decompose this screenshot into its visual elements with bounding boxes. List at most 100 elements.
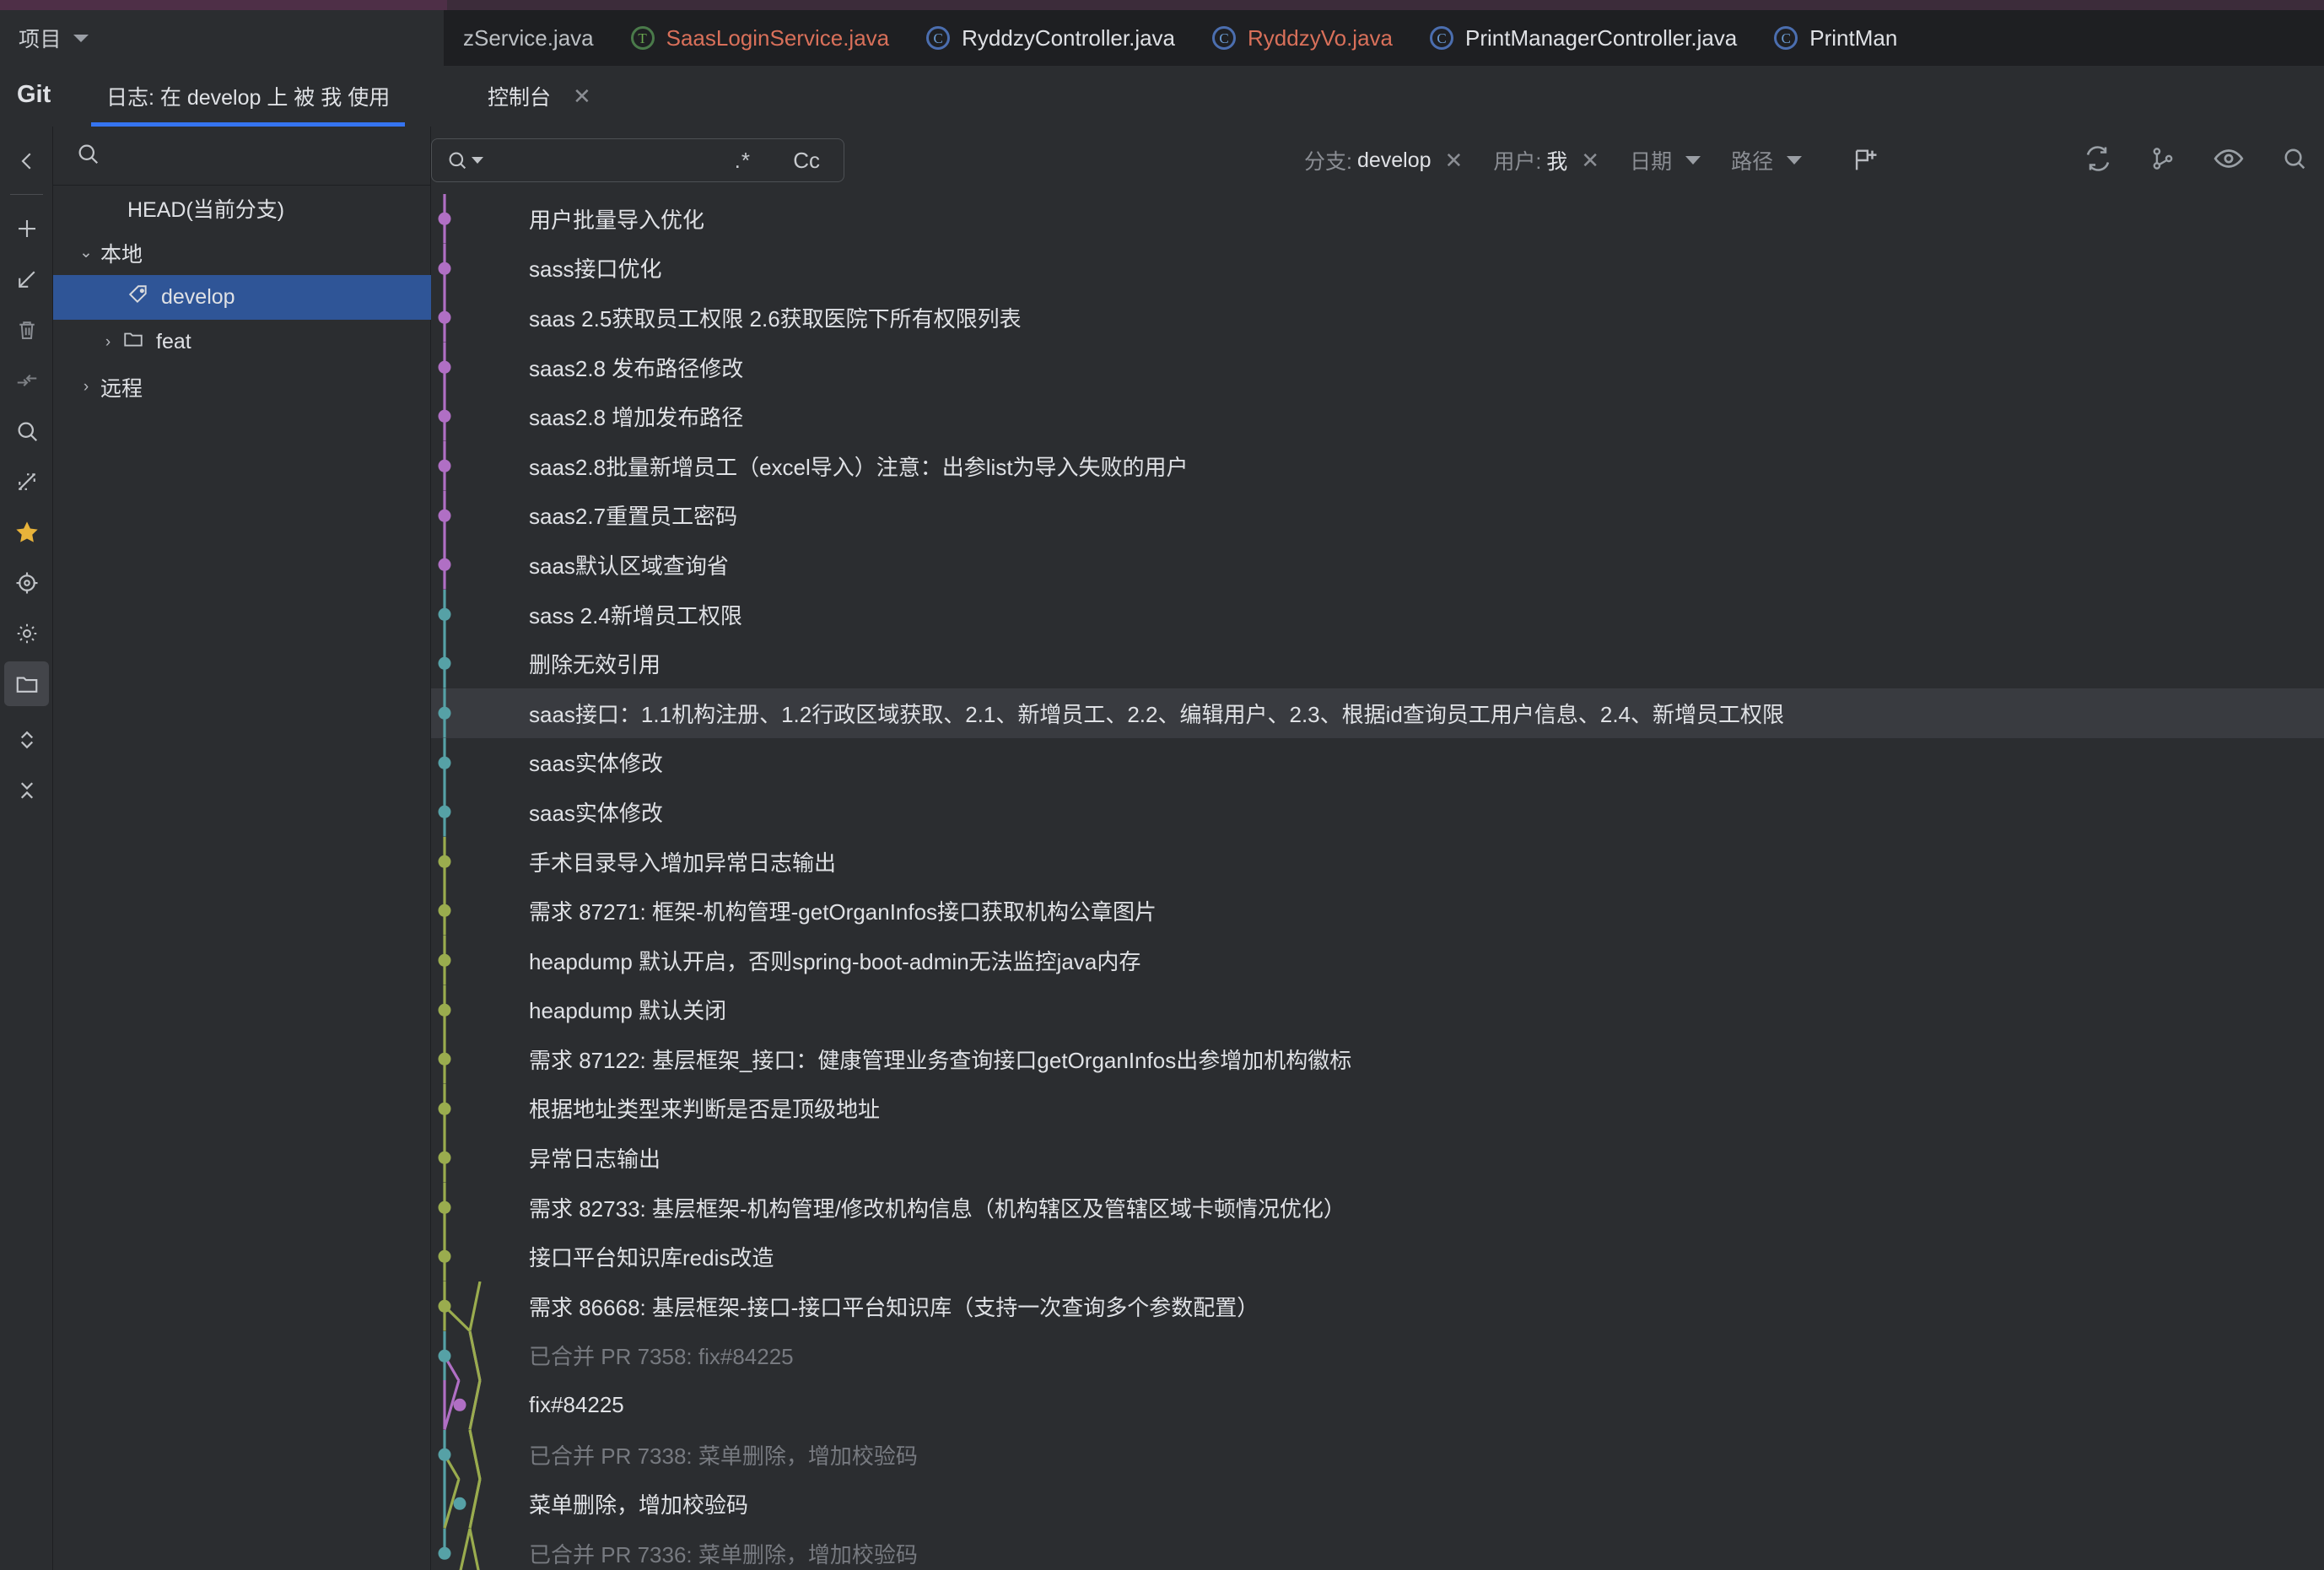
collapse-panel-icon[interactable] bbox=[4, 138, 49, 183]
editor-tab[interactable]: C PrintMan bbox=[1755, 10, 1916, 66]
folder-icon bbox=[122, 328, 144, 356]
chevron-down-icon[interactable] bbox=[73, 34, 89, 42]
collapse-all-icon[interactable] bbox=[4, 768, 49, 812]
chevron-right-icon[interactable]: › bbox=[97, 333, 119, 352]
commit-row[interactable]: 需求 86668: 基层框架-接口-接口平台知识库（支持一次查询多个参数配置）l… bbox=[431, 1281, 2324, 1331]
regex-toggle[interactable]: .* bbox=[735, 148, 751, 174]
commit-row[interactable]: 接口平台知识库redis改造lichuan2023/9/12 bbox=[431, 1232, 2324, 1282]
commit-row[interactable]: sass 2.4新增员工权限lichuan2023/9/2 bbox=[431, 589, 2324, 639]
commit-subject: saas 2.5获取员工权限 2.6获取医院下所有权限列表 bbox=[529, 305, 1022, 332]
commit-row[interactable]: saas接口：1.1机构注册、1.2行政区域获取、2.1、新增员工、2.2、编辑… bbox=[431, 688, 2324, 738]
filter-chip-branch-value: develop bbox=[1356, 148, 1432, 172]
chevron-down-icon[interactable] bbox=[1685, 156, 1701, 165]
log-search-input[interactable]: .* Cc bbox=[431, 138, 844, 182]
editor-tab[interactable]: C PrintManagerController.java bbox=[1411, 10, 1755, 66]
commit-row[interactable]: 已合并 PR 7336: 菜单删除，增加校验码lichuan(李川2023/9/… bbox=[431, 1529, 2324, 1570]
commit-row[interactable]: saas2.8批量新增员工（excel导入）注意：出参list为导入失败的用户l… bbox=[431, 440, 2324, 491]
compare-icon[interactable] bbox=[4, 459, 49, 504]
merge-icon[interactable] bbox=[4, 358, 49, 402]
git-log-area: .* Cc 分支: develop ✕ 用户: 我 ✕ 日期 路径 用户批量导入… bbox=[431, 127, 2324, 1570]
branch-tree-item[interactable]: HEAD(当前分支) bbox=[53, 186, 431, 230]
branch-tree-item[interactable]: ⌄ 本地 bbox=[53, 230, 431, 275]
search-icon[interactable] bbox=[4, 408, 49, 453]
expand-all-icon[interactable] bbox=[4, 717, 49, 762]
branch-search-field[interactable] bbox=[53, 127, 431, 186]
editor-tab[interactable]: zService.java bbox=[445, 10, 612, 66]
commit-row[interactable]: 用户批量导入优化lichuan2023/9/2 bbox=[431, 194, 2324, 244]
branch-tree-item[interactable]: › feat bbox=[53, 320, 431, 364]
target-icon[interactable] bbox=[4, 560, 49, 605]
commit-graph-cell bbox=[431, 1380, 524, 1430]
add-icon[interactable] bbox=[4, 206, 49, 251]
commit-row[interactable]: saas 2.5获取员工权限 2.6获取医院下所有权限列表lichuan2023… bbox=[431, 293, 2324, 343]
close-icon[interactable]: ✕ bbox=[573, 84, 591, 110]
commit-graph-cell bbox=[431, 391, 524, 441]
commit-graph-cell bbox=[431, 1083, 524, 1134]
commit-row[interactable]: fix#84225lichuan2023/9/6 bbox=[431, 1380, 2324, 1430]
commit-row[interactable]: saas2.8 增加发布路径lichuan2023/9/2 bbox=[431, 391, 2324, 441]
commit-row[interactable]: 手术目录导入增加异常日志输出lichuan2023/9/16 bbox=[431, 836, 2324, 887]
git-graph-icon[interactable] bbox=[2149, 144, 2177, 177]
search-entries-icon[interactable] bbox=[2280, 144, 2309, 177]
show-branches-icon[interactable] bbox=[4, 661, 49, 706]
filter-chip-date[interactable]: 日期 bbox=[1630, 145, 1701, 175]
commit-list[interactable]: 用户批量导入优化lichuan2023/9/2sass接口优化lichuan20… bbox=[431, 194, 2324, 1570]
commit-subject: 用户批量导入优化 bbox=[529, 207, 705, 233]
refresh-icon[interactable] bbox=[2083, 143, 2113, 178]
tab-git-log[interactable]: 日志: 在 develop 上 被 我 使用 bbox=[91, 66, 406, 127]
favorite-icon[interactable] bbox=[4, 510, 49, 554]
close-icon[interactable]: ✕ bbox=[1445, 148, 1464, 174]
search-icon[interactable] bbox=[445, 148, 483, 172]
commit-row[interactable]: 需求 87271: 框架-机构管理-getOrganInfos接口获取机构公章图… bbox=[431, 886, 2324, 936]
commit-row[interactable]: saas默认区域查询省lichuan2023/9/2 bbox=[431, 540, 2324, 590]
editor-tab[interactable]: C RyddzyVo.java bbox=[1194, 10, 1411, 66]
filter-chip-branch[interactable]: 分支: develop ✕ bbox=[1304, 145, 1463, 175]
commit-subject: 异常日志输出 bbox=[529, 1146, 661, 1173]
commit-subject: saas默认区域查询省 bbox=[529, 553, 729, 579]
close-icon[interactable]: ✕ bbox=[1581, 148, 1599, 174]
commit-row[interactable]: 菜单删除，增加校验码lichuan*2023/9/5 bbox=[431, 1479, 2324, 1530]
checkout-icon[interactable] bbox=[4, 256, 49, 301]
commit-row[interactable]: 需求 87122: 基层框架_接口：健康管理业务查询接口getOrganInfo… bbox=[431, 1034, 2324, 1084]
commit-graph-cell bbox=[431, 1281, 524, 1331]
show-details-icon[interactable] bbox=[2213, 143, 2245, 179]
project-view-button[interactable]: 项目 bbox=[0, 10, 445, 66]
commit-subject: saas实体修改 bbox=[529, 800, 663, 826]
branch-tree-item[interactable]: develop bbox=[53, 275, 431, 320]
commit-row[interactable]: 需求 82733: 基层框架-机构管理/修改机构信息（机构辖区及管辖区域卡顿情况… bbox=[431, 1182, 2324, 1233]
editor-tab[interactable]: C RyddzyController.java bbox=[908, 10, 1194, 66]
commit-row[interactable]: 异常日志输出lichuan2023/9/12 bbox=[431, 1133, 2324, 1183]
match-case-toggle[interactable]: Cc bbox=[793, 148, 820, 174]
commit-subject: sass接口优化 bbox=[529, 256, 662, 283]
commit-row[interactable]: 删除无效引用lichuan2023/9/20 bbox=[431, 639, 2324, 688]
chevron-right-icon[interactable]: › bbox=[75, 378, 97, 397]
editor-tab[interactable]: T SaasLoginService.java bbox=[612, 10, 909, 66]
intellij-git-log-window: 项目 zService.java T SaasLoginService.java C R… bbox=[0, 0, 2324, 1570]
new-branch-icon[interactable] bbox=[1851, 146, 1879, 175]
branch-tag-icon bbox=[127, 283, 149, 311]
chevron-down-icon[interactable] bbox=[1787, 156, 1803, 165]
tab-git-console-label: 控制台 bbox=[488, 86, 552, 110]
branch-tree-item[interactable]: › 远程 bbox=[53, 364, 431, 409]
commit-subject: fix#84225 bbox=[529, 1392, 624, 1418]
git-log-filter-bar: .* Cc 分支: develop ✕ 用户: 我 ✕ 日期 路径 bbox=[431, 127, 2324, 194]
delete-icon[interactable] bbox=[4, 307, 49, 352]
commit-row[interactable]: saas实体修改lichuan2023/9/19 bbox=[431, 787, 2324, 837]
commit-row[interactable]: saas2.8 发布路径修改lichuan2023/9/2 bbox=[431, 342, 2324, 392]
commit-subject: heapdump 默认关闭 bbox=[529, 998, 727, 1024]
commit-row[interactable]: sass接口优化lichuan2023/9/2 bbox=[431, 243, 2324, 294]
commit-row[interactable]: heapdump 默认开启，否则spring-boot-admin无法监控jav… bbox=[431, 935, 2324, 985]
filter-chip-user[interactable]: 用户: 我 ✕ bbox=[1493, 145, 1599, 175]
commit-row[interactable]: saas实体修改lichuan2023/9/19 bbox=[431, 737, 2324, 788]
chevron-down-icon[interactable] bbox=[472, 157, 483, 164]
commit-row[interactable]: saas2.7重置员工密码lichuan2023/9/2 bbox=[431, 490, 2324, 541]
filter-chip-path[interactable]: 路径 bbox=[1731, 145, 1803, 175]
commit-row[interactable]: heapdump 默认关闭lichuan2023/9/13 bbox=[431, 985, 2324, 1035]
commit-graph-cell bbox=[431, 787, 524, 837]
commit-row[interactable]: 已合并 PR 7338: 菜单删除，增加校验码lichuan(李川2023/9/… bbox=[431, 1429, 2324, 1480]
tab-git-console[interactable]: 控制台 ✕ bbox=[472, 66, 607, 127]
commit-row[interactable]: 已合并 PR 7358: fix#84225lichuan(李川2023/9/6 bbox=[431, 1330, 2324, 1381]
commit-row[interactable]: 根据地址类型来判断是否是顶级地址lichuan2023/9/13 bbox=[431, 1083, 2324, 1134]
chevron-down-icon[interactable]: ⌄ bbox=[75, 243, 97, 262]
settings-icon[interactable] bbox=[4, 611, 49, 656]
